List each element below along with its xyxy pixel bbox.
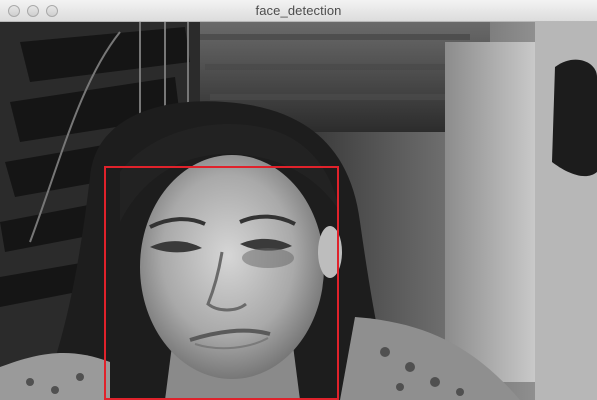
face-detection-box (104, 166, 339, 400)
window-title: face_detection (255, 3, 342, 18)
title-bar[interactable]: face_detection (0, 0, 597, 22)
camera-feed (0, 22, 597, 400)
app-window: face_detection (0, 0, 597, 400)
